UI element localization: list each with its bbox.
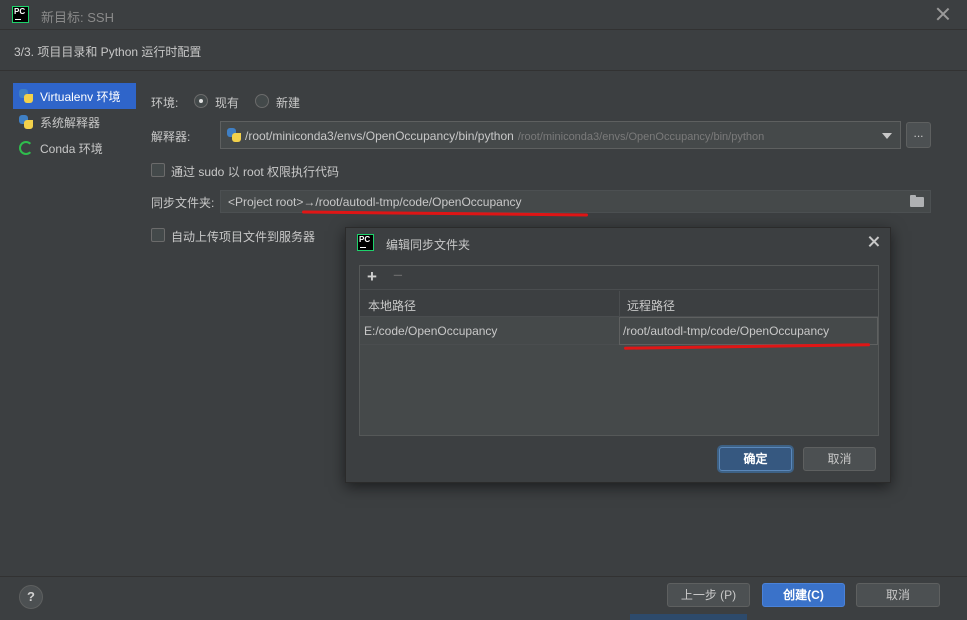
help-button[interactable]: ? [19, 585, 43, 609]
scroll-indicator [630, 614, 747, 620]
radio-new[interactable] [255, 94, 269, 108]
table-toolbar: + − [360, 266, 878, 290]
window-titlebar: PC 新目标: SSH [0, 0, 967, 30]
radio-existing-label[interactable]: 现有 [215, 94, 239, 111]
conda-icon [19, 141, 33, 155]
interpreter-browse-button[interactable]: ... [906, 122, 931, 148]
python-icon [226, 127, 242, 143]
remote-path-cell[interactable]: /root/autodl-tmp/code/OpenOccupancy [623, 324, 829, 338]
step-header: 3/3. 项目目录和 Python 运行时配置 [0, 31, 967, 71]
create-button[interactable]: 创建(C) [762, 583, 845, 607]
pycharm-logo-icon: PC [357, 234, 374, 251]
prev-button[interactable]: 上一步 (P) [667, 583, 750, 607]
edit-sync-folders-dialog: PC 编辑同步文件夹 + − 本地路径 远程路径 E:/code/OpenOcc… [345, 227, 891, 483]
chevron-down-icon[interactable] [882, 133, 892, 139]
env-type-label: Virtualenv 环境 [40, 89, 121, 104]
window-close-icon[interactable] [935, 6, 951, 22]
pycharm-logo-icon: PC [12, 6, 29, 23]
dialog-ok-button[interactable]: 确定 [719, 447, 792, 471]
env-type-conda[interactable]: Conda 环境 [13, 135, 136, 161]
dialog-title: 编辑同步文件夹 [386, 238, 471, 252]
table-row[interactable]: E:/code/OpenOccupancy /root/autodl-tmp/c… [360, 317, 878, 345]
folder-icon[interactable] [910, 195, 924, 207]
sync-folder-value: <Project root>→/root/autodl-tmp/code/Ope… [228, 195, 522, 209]
python-icon [18, 88, 34, 104]
step-title: 3/3. 项目目录和 Python 运行时配置 [14, 45, 202, 59]
column-header-remote[interactable]: 远程路径 [627, 297, 675, 314]
cancel-button[interactable]: 取消 [856, 583, 940, 607]
remote-path-editor[interactable]: /root/autodl-tmp/code/OpenOccupancy [619, 317, 878, 345]
interpreter-value: /root/miniconda3/envs/OpenOccupancy/bin/… [245, 129, 514, 143]
window-title: 新目标: SSH [41, 10, 114, 25]
table-empty-area [360, 345, 878, 435]
column-header-local[interactable]: 本地路径 [368, 297, 416, 314]
sudo-checkbox[interactable] [151, 163, 165, 177]
env-type-virtualenv[interactable]: Virtualenv 环境 [13, 83, 136, 109]
sync-folder-field[interactable]: <Project root>→/root/autodl-tmp/code/Ope… [220, 190, 931, 213]
dialog-close-icon[interactable] [867, 235, 880, 248]
interpreter-label: 解释器: [151, 130, 191, 144]
dialog-cancel-button[interactable]: 取消 [803, 447, 876, 471]
auto-upload-label[interactable]: 自动上传项目文件到服务器 [171, 228, 315, 245]
table-header: 本地路径 远程路径 [360, 291, 878, 317]
env-type-label: 系统解释器 [40, 115, 101, 130]
sync-folder-table-panel: + − 本地路径 远程路径 E:/code/OpenOccupancy /roo… [359, 265, 879, 436]
env-type-label: Conda 环境 [40, 141, 103, 156]
radio-new-label[interactable]: 新建 [276, 94, 300, 111]
sync-folder-label: 同步文件夹: [151, 196, 215, 210]
interpreter-select[interactable]: /root/miniconda3/envs/OpenOccupancy/bin/… [220, 121, 901, 149]
dialog-footer: ? 上一步 (P) 创建(C) 取消 [0, 576, 967, 620]
sudo-label[interactable]: 通过 sudo 以 root 权限执行代码 [171, 163, 339, 180]
env-type-list: Virtualenv 环境 系统解释器 Conda 环境 [13, 83, 136, 161]
python-icon [18, 114, 34, 130]
env-type-system[interactable]: 系统解释器 [13, 109, 136, 135]
interpreter-hint: /root/miniconda3/envs/OpenOccupancy/bin/… [517, 131, 765, 143]
auto-upload-checkbox[interactable] [151, 228, 165, 242]
local-path-cell[interactable]: E:/code/OpenOccupancy [364, 324, 497, 338]
remove-icon: − [393, 266, 403, 285]
env-label: 环境: [151, 96, 179, 110]
radio-existing[interactable] [194, 94, 208, 108]
add-icon[interactable]: + [367, 267, 377, 287]
sync-folder-table: 本地路径 远程路径 E:/code/OpenOccupancy /root/au… [360, 291, 878, 435]
